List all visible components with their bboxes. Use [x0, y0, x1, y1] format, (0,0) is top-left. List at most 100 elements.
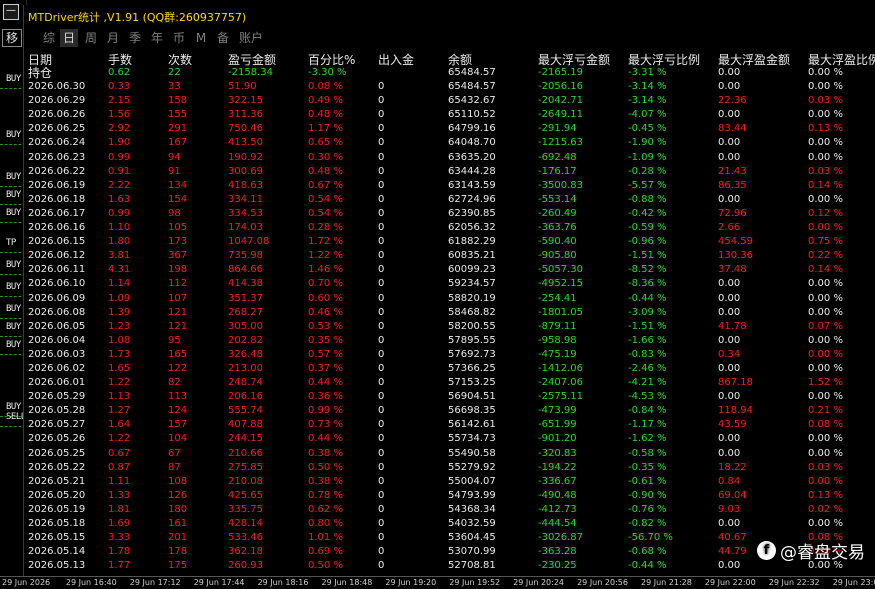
- cell-deposit: 0: [378, 377, 385, 389]
- cell-max-fp-pct: 0.00 %: [808, 306, 843, 318]
- tab-year[interactable]: 年: [148, 29, 166, 47]
- cell-percent: 0.67 %: [308, 179, 343, 191]
- cell-lots: 0.99: [108, 207, 131, 219]
- tab-day[interactable]: 日: [60, 29, 78, 47]
- cell-pnl: 190.92: [228, 151, 263, 163]
- cell-deposit: 0: [378, 447, 385, 459]
- cell-max-fp: 0.00: [718, 292, 741, 304]
- cell-max-fp-pct: 0.22 %: [808, 250, 843, 262]
- cell-trades: 180: [168, 503, 188, 515]
- tab-summary[interactable]: 综: [40, 29, 58, 47]
- cell-date: 2026.06.09: [28, 292, 86, 304]
- cell-date: 2026.05.22: [28, 461, 86, 473]
- cell-pnl: 322.15: [228, 95, 263, 107]
- cell-max-fp-pct: 0.03 %: [808, 95, 843, 107]
- tab-account[interactable]: 账户: [236, 29, 266, 47]
- cell-deposit: 0: [378, 165, 385, 177]
- cell-date: 2026.05.29: [28, 391, 86, 403]
- cell-trades: 158: [168, 95, 188, 107]
- cell-lots: 1.23: [108, 320, 131, 332]
- cell-max-dd-pct: -1.90 %: [628, 137, 667, 149]
- cell-lots: 2.22: [108, 179, 131, 191]
- title-bar[interactable]: MTDriver统计 ,V1.91 (QQ群:260937757): [24, 5, 875, 27]
- cell-max-dd: -176.17: [538, 165, 577, 177]
- tab-month[interactable]: 月: [104, 29, 122, 47]
- cell-balance: 61882.29: [448, 236, 496, 248]
- cell-max-fp: 0.84: [718, 475, 741, 487]
- cell-max-fp-pct: 0.00 %: [808, 67, 843, 78]
- cell-pnl: 268.27: [228, 306, 263, 318]
- tab-currency[interactable]: 币: [170, 29, 188, 47]
- cell-pnl: 326.48: [228, 348, 263, 360]
- cell-deposit: 0: [378, 81, 385, 93]
- tab-quarter[interactable]: 季: [126, 29, 144, 47]
- cell-max-fp: 0.00: [718, 81, 741, 93]
- cell-date: 2026.06.04: [28, 334, 86, 346]
- order-marker-label: BUY: [6, 322, 21, 332]
- cell-max-fp: 0.00: [718, 334, 741, 346]
- cell-max-dd-pct: -4.53 %: [628, 391, 667, 403]
- cell-deposit: 0: [378, 109, 385, 121]
- cell-max-fp-pct: 0.00 %: [808, 222, 843, 234]
- cell-lots: 1.80: [108, 236, 131, 248]
- cell-max-dd-pct: -1.09 %: [628, 151, 667, 163]
- move-button[interactable]: 移: [2, 29, 22, 47]
- cell-balance: 63444.28: [448, 165, 496, 177]
- cell-max-dd: -2649.11: [538, 109, 583, 121]
- cell-max-fp-pct: 0.07 %: [808, 320, 843, 332]
- cell-deposit: 0: [378, 264, 385, 276]
- cell-max-dd-pct: -0.35 %: [628, 461, 667, 473]
- cell-max-dd-pct: -3.14 %: [628, 81, 667, 93]
- cell-percent: 1.01 %: [308, 532, 343, 544]
- cell-max-dd-pct: -2.46 %: [628, 362, 667, 374]
- tab-week[interactable]: 周: [82, 29, 100, 47]
- cell-max-fp-pct: 0.75 %: [808, 236, 843, 248]
- cell-trades: 165: [168, 348, 188, 360]
- minimize-icon[interactable]: —: [3, 4, 19, 20]
- stats-table: 持仓 0.62 22 -2158.34 -3.30 % 65484.57 -2165.19 -…: [24, 66, 875, 573]
- order-marker-label: BUY: [6, 402, 21, 412]
- cell-lots: 0.99: [108, 151, 131, 163]
- table-row: 2026.05.26 1.22 104 244.15 0.44 % 0 55734.73 -9…: [24, 432, 875, 446]
- cell-max-fp: 9.03: [718, 503, 741, 515]
- cell-trades: 291: [168, 123, 188, 135]
- cell-date: 2026.06.01: [28, 377, 86, 389]
- cell-max-dd: -363.28: [538, 546, 577, 558]
- cell-percent: 0.08 %: [308, 81, 343, 93]
- time-axis-label: 29 Jun 17:12: [129, 578, 181, 587]
- cell-pnl: 206.16: [228, 391, 263, 403]
- cell-date: 2026.06.15: [28, 236, 86, 248]
- order-marker-label: TP: [6, 238, 16, 248]
- cell-trades: 107: [168, 292, 188, 304]
- table-row: 2026.06.18 1.63 154 334.11 0.54 % 0 62724.96 -5…: [24, 193, 875, 207]
- tab-magic[interactable]: M: [192, 29, 210, 47]
- cell-lots: 1.81: [108, 503, 131, 515]
- cell-date: 2026.05.25: [28, 447, 86, 459]
- cell-percent: 0.57 %: [308, 348, 343, 360]
- cell-max-fp: 0.00: [718, 447, 741, 459]
- table-row: 2026.05.25 0.67 67 210.66 0.38 % 0 55490.58 -32…: [24, 447, 875, 461]
- cell-pnl: 533.46: [228, 532, 263, 544]
- cell-lots: 1.63: [108, 193, 131, 205]
- cell-balance: 59234.57: [448, 278, 496, 290]
- cell-balance: 57366.25: [448, 362, 496, 374]
- table-row: 2026.06.10 1.14 112 414.38 0.70 % 0 59234.57 -4…: [24, 277, 875, 291]
- cell-max-fp: 0.00: [718, 306, 741, 318]
- cell-deposit: 0: [378, 207, 385, 219]
- cell-percent: 0.28 %: [308, 222, 343, 234]
- cell-date: 2026.06.23: [28, 151, 86, 163]
- time-axis-label: 29 Jun 22:32: [768, 578, 820, 587]
- cell-date: 2026.06.17: [28, 207, 86, 219]
- table-row: 2026.05.21 1.11 108 210.08 0.38 % 0 55004.07 -3…: [24, 475, 875, 489]
- cell-lots: 1.33: [108, 489, 131, 501]
- time-axis-label: 29 Jun 18:48: [321, 578, 373, 587]
- order-marker-label: BUY: [6, 260, 21, 270]
- cell-max-fp: 83.44: [718, 123, 747, 135]
- tab-note[interactable]: 备: [214, 29, 232, 47]
- cell-max-fp-pct: 0.00 %: [808, 433, 843, 445]
- table-row: 2026.06.11 4.31 198 864.66 1.46 % 0 60099.23 -5…: [24, 263, 875, 277]
- cell-max-dd: -3500.83: [538, 179, 583, 191]
- cell-pnl: 202.82: [228, 334, 263, 346]
- cell-lots: 0.62: [108, 67, 131, 78]
- cell-max-fp-pct: 0.00 %: [808, 193, 843, 205]
